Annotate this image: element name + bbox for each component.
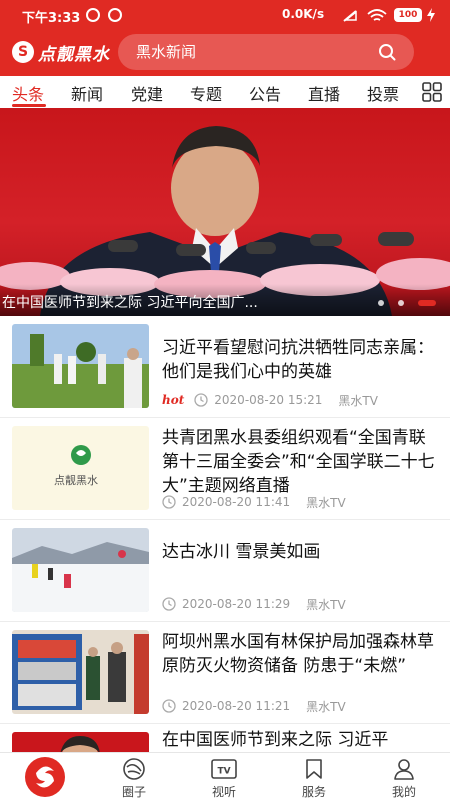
- news-time: 2020-08-20 11:21: [182, 699, 291, 713]
- battery-indicator: 100: [394, 8, 422, 22]
- bottom-navigation: 圈子 TV 视听 服务 我的: [0, 752, 450, 800]
- news-thumbnail: 点靓黑水: [12, 426, 149, 510]
- news-thumbnail: [12, 324, 149, 408]
- news-meta: 2020-08-20 11:29 黑水TV: [162, 596, 346, 612]
- top-header: 下午3:33 0.0K/s 100 S 点靓黑水 黑水新闻: [0, 0, 450, 76]
- headline-banner[interactable]: 在中国医师节到来之际 习近平向全国广...: [0, 108, 450, 316]
- app-header: S 点靓黑水 黑水新闻: [0, 30, 450, 76]
- logo-mark-icon: S: [12, 41, 34, 63]
- news-item[interactable]: 达古冰川 雪景美如画 2020-08-20 11:29 黑水TV: [0, 520, 450, 622]
- banner-dot-2[interactable]: [398, 300, 404, 306]
- tab-headlines[interactable]: 头条: [12, 81, 44, 105]
- banner-dot-3[interactable]: [418, 300, 436, 306]
- news-item[interactable]: 阿坝州黑水国有林保护局加强森林草原防灭火物资储备 防患于“未燃” 2020-08…: [0, 622, 450, 724]
- news-title: 达古冰川 雪景美如画: [162, 542, 321, 562]
- news-meta: 2020-08-20 11:21 黑水TV: [162, 698, 346, 714]
- status-bar: 下午3:33 0.0K/s 100: [0, 0, 450, 30]
- news-title: 习近平看望慰问抗洪牺牲同志亲属：他们是我们心中的英雄: [162, 338, 434, 382]
- tab-announcements[interactable]: 公告: [249, 81, 281, 105]
- news-thumbnail: [12, 630, 149, 714]
- news-title: 共青团黑水县委组织观看“全国青联第十三届全委会”和“全国学联二十七大”主题网络直…: [162, 428, 435, 496]
- tab-topics[interactable]: 专题: [190, 81, 222, 105]
- banner-caption: 在中国医师节到来之际 习近平向全国广...: [2, 295, 258, 311]
- tab-vote[interactable]: 投票: [367, 81, 399, 105]
- notification-icon-2: [108, 8, 122, 22]
- news-meta: 2020-08-20 11:41 黑水TV: [162, 494, 346, 510]
- notification-icon: [86, 8, 100, 22]
- clock-icon: [194, 393, 208, 407]
- circle-community-icon: [123, 758, 145, 780]
- news-item[interactable]: 习近平看望慰问抗洪牺牲同志亲属：他们是我们心中的英雄 hot 2020-08-2…: [0, 316, 450, 418]
- app-logo[interactable]: S 点靓黑水: [12, 40, 110, 65]
- user-icon: [394, 759, 414, 780]
- news-source: 黑水TV: [306, 597, 346, 612]
- charging-icon: [427, 8, 435, 22]
- news-time: 2020-08-20 11:29: [182, 597, 291, 611]
- news-source: 黑水TV: [306, 699, 346, 714]
- clock-icon: [162, 495, 176, 509]
- news-thumbnail: [12, 528, 149, 612]
- tab-party-building[interactable]: 党建: [131, 81, 163, 105]
- tab-news[interactable]: 新闻: [71, 81, 103, 105]
- news-title: 阿坝州黑水国有林保护局加强森林草原防灭火物资储备 防患于“未燃”: [162, 632, 434, 676]
- logo-text: 点靓黑水: [38, 44, 110, 65]
- news-meta: hot 2020-08-20 15:21 黑水TV: [162, 392, 378, 408]
- banner-dot-1[interactable]: [378, 300, 384, 306]
- status-time: 下午3:33: [22, 11, 81, 26]
- tab-live[interactable]: 直播: [308, 81, 340, 105]
- category-tabs: 头条 新闻 党建 专题 公告 直播 投票: [0, 76, 450, 108]
- nav-circle[interactable]: 圈子: [104, 757, 164, 800]
- active-tab-indicator: [12, 104, 46, 107]
- search-placeholder: 黑水新闻: [136, 43, 197, 61]
- network-speed: 0.0K/s: [282, 7, 325, 21]
- news-time: 2020-08-20 11:41: [182, 495, 291, 509]
- nav-services-label: 服务: [301, 785, 326, 799]
- nav-audio-video-label: 视听: [211, 785, 236, 799]
- clock-icon: [162, 699, 176, 713]
- clock-icon: [162, 597, 176, 611]
- news-time: 2020-08-20 15:21: [214, 393, 323, 407]
- more-categories-icon[interactable]: [422, 82, 442, 102]
- bookmark-flag-icon: [306, 759, 322, 779]
- news-title: 在中国医师节到来之际 习近平: [162, 730, 389, 750]
- tv-icon-label: TV: [217, 767, 230, 777]
- nav-profile[interactable]: 我的: [374, 757, 434, 800]
- nav-profile-label: 我的: [391, 785, 416, 799]
- nav-circle-label: 圈子: [121, 785, 146, 799]
- nav-services[interactable]: 服务: [284, 757, 344, 800]
- news-item[interactable]: 点靓黑水 共青团黑水县委组织观看“全国青联第十三届全委会”和“全国学联二十七大”…: [0, 418, 450, 520]
- news-source: 黑水TV: [306, 495, 346, 510]
- search-icon[interactable]: [378, 43, 396, 61]
- hot-badge: hot: [162, 393, 185, 407]
- thumbnail-logo-text: 点靓黑水: [54, 474, 98, 487]
- tv-icon: TV: [211, 759, 237, 779]
- nav-audio-video[interactable]: TV 视听: [194, 757, 254, 800]
- logo-mark-icon: [71, 445, 91, 465]
- home-logo-icon[interactable]: [22, 755, 68, 799]
- search-input[interactable]: 黑水新闻: [118, 34, 414, 70]
- news-source: 黑水TV: [338, 393, 378, 408]
